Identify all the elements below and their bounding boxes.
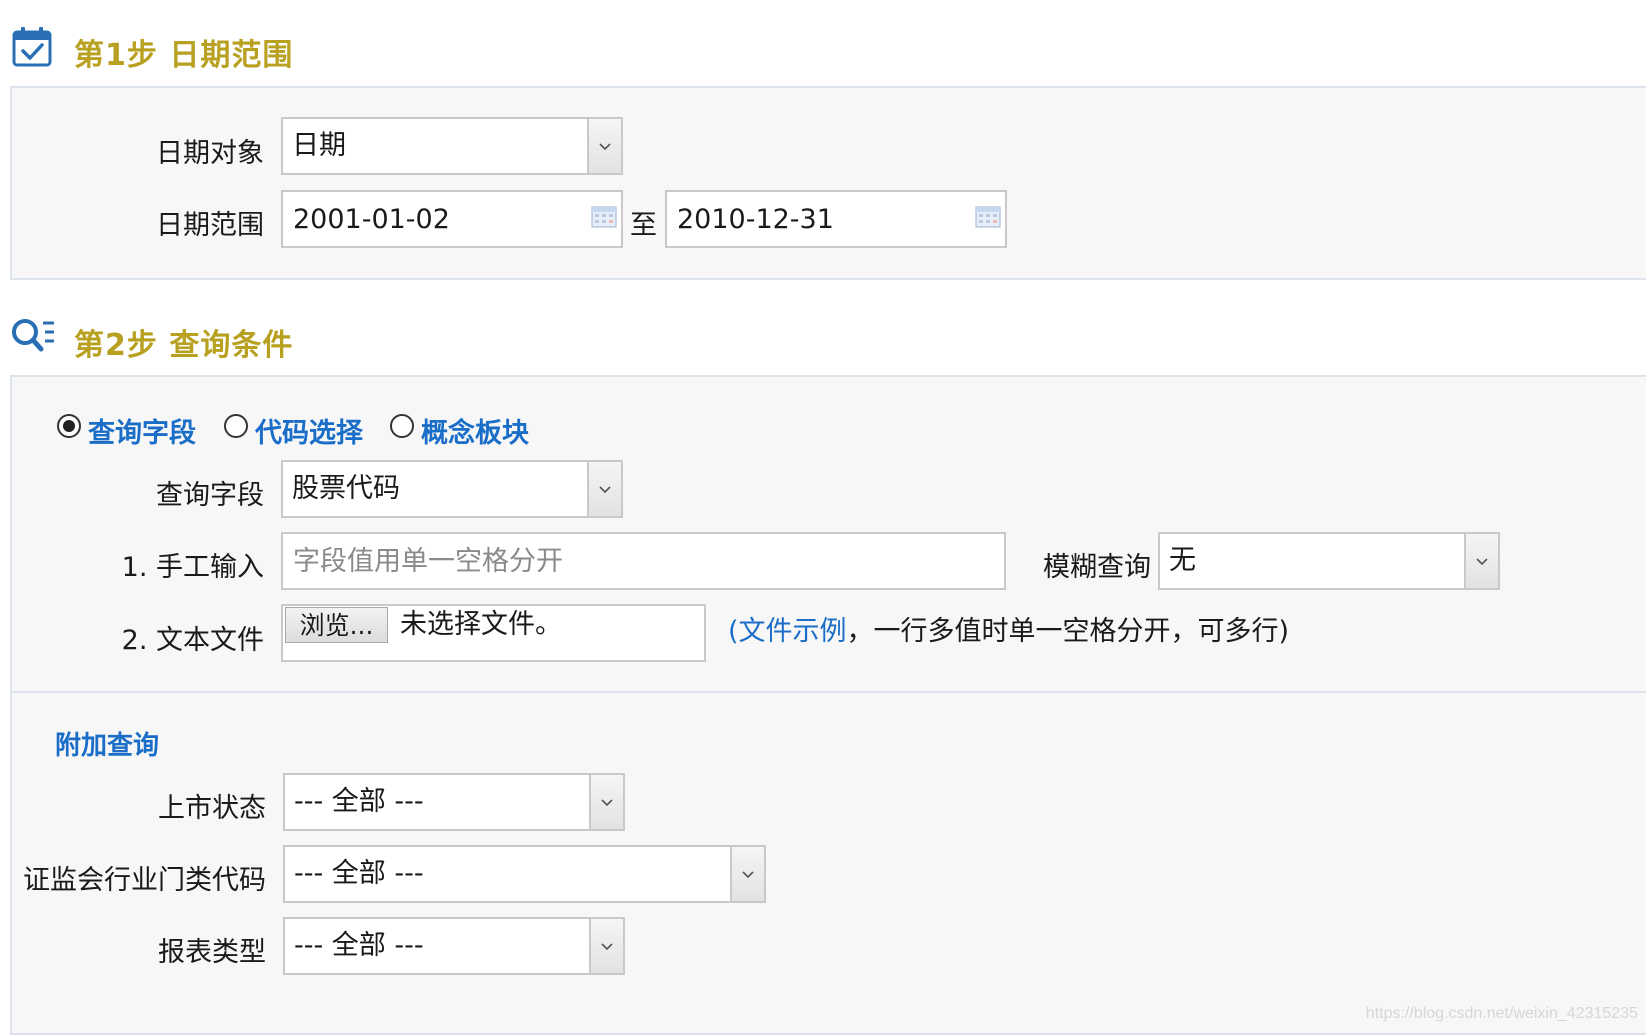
file-picker[interactable]: 浏览... 未选择文件。 bbox=[281, 604, 706, 662]
query-field-select[interactable]: 股票代码 bbox=[281, 460, 623, 518]
date-to-input[interactable] bbox=[667, 192, 1005, 246]
fuzzy-query-value: 无 bbox=[1169, 545, 1196, 576]
industry-code-label: 证监会行业门类代码 bbox=[23, 865, 266, 896]
radio-label-code-select[interactable]: 代码选择 bbox=[255, 411, 363, 450]
hint-text: ，一行多值时单一空格分开，可多行) bbox=[846, 616, 1290, 647]
chevron-down-icon bbox=[601, 798, 613, 806]
radio-concept-sector[interactable] bbox=[390, 414, 414, 438]
industry-code-value: --- 全部 --- bbox=[294, 858, 424, 889]
manual-input[interactable] bbox=[283, 534, 1004, 588]
date-separator: 至 bbox=[630, 210, 657, 241]
chevron-down-icon bbox=[742, 870, 754, 878]
date-from-input[interactable] bbox=[283, 192, 621, 246]
query-field-label: 查询字段 bbox=[156, 480, 264, 511]
calendar-picker-icon[interactable] bbox=[591, 206, 617, 228]
extra-query-title: 附加查询 bbox=[55, 731, 160, 761]
industry-code-select[interactable]: --- 全部 --- bbox=[283, 845, 766, 903]
query-field-value: 股票代码 bbox=[292, 473, 400, 504]
fuzzy-query-select[interactable]: 无 bbox=[1158, 532, 1500, 590]
radio-label-concept-sector[interactable]: 概念板块 bbox=[421, 411, 529, 450]
browse-button[interactable]: 浏览... bbox=[285, 607, 388, 643]
listing-status-label: 上市状态 bbox=[158, 793, 266, 824]
listing-status-value: --- 全部 --- bbox=[294, 786, 424, 817]
report-type-label: 报表类型 bbox=[158, 937, 266, 968]
report-type-select[interactable]: --- 全部 --- bbox=[283, 917, 625, 975]
fuzzy-query-dropdown-button[interactable] bbox=[1464, 534, 1498, 588]
date-object-value: 日期 bbox=[292, 130, 346, 161]
chevron-down-icon bbox=[599, 142, 611, 150]
calendar-picker-icon[interactable] bbox=[975, 206, 1001, 228]
no-file-selected-text: 未选择文件。 bbox=[400, 609, 562, 640]
date-from-field[interactable] bbox=[281, 190, 623, 248]
section-divider bbox=[10, 691, 1646, 693]
file-hint: (文件示例，一行多值时单一空格分开，可多行) bbox=[728, 609, 1289, 648]
radio-query-field[interactable] bbox=[57, 414, 81, 438]
calendar-check-icon bbox=[12, 27, 52, 67]
chevron-down-icon bbox=[1476, 557, 1488, 565]
date-object-label: 日期对象 bbox=[156, 138, 264, 169]
search-list-icon bbox=[12, 319, 54, 352]
manual-input-label: 1. 手工输入 bbox=[121, 552, 264, 583]
text-file-label: 2. 文本文件 bbox=[121, 625, 264, 656]
listing-status-dropdown-button[interactable] bbox=[589, 775, 623, 829]
chevron-down-icon bbox=[601, 942, 613, 950]
step1-title: 第1步 日期范围 bbox=[74, 38, 294, 73]
date-range-panel bbox=[10, 86, 1646, 280]
query-field-dropdown-button[interactable] bbox=[587, 462, 621, 516]
report-type-dropdown-button[interactable] bbox=[589, 919, 623, 973]
industry-code-dropdown-button[interactable] bbox=[730, 847, 764, 901]
report-type-value: --- 全部 --- bbox=[294, 930, 424, 961]
date-to-field[interactable] bbox=[665, 190, 1007, 248]
manual-input-field[interactable] bbox=[281, 532, 1006, 590]
watermark: https://blog.csdn.net/weixin_42315235 bbox=[1365, 1005, 1638, 1022]
step2-title: 第2步 查询条件 bbox=[74, 328, 294, 363]
radio-label-query-field[interactable]: 查询字段 bbox=[88, 411, 196, 450]
radio-code-select[interactable] bbox=[224, 414, 248, 438]
date-object-select[interactable]: 日期 bbox=[281, 117, 623, 175]
chevron-down-icon bbox=[599, 485, 611, 493]
listing-status-select[interactable]: --- 全部 --- bbox=[283, 773, 625, 831]
hint-open-paren: ( bbox=[728, 616, 739, 647]
date-range-label: 日期范围 bbox=[156, 210, 264, 241]
file-example-link[interactable]: 文件示例 bbox=[739, 616, 847, 647]
fuzzy-query-label: 模糊查询 bbox=[1043, 552, 1151, 583]
date-object-dropdown-button[interactable] bbox=[587, 119, 621, 173]
